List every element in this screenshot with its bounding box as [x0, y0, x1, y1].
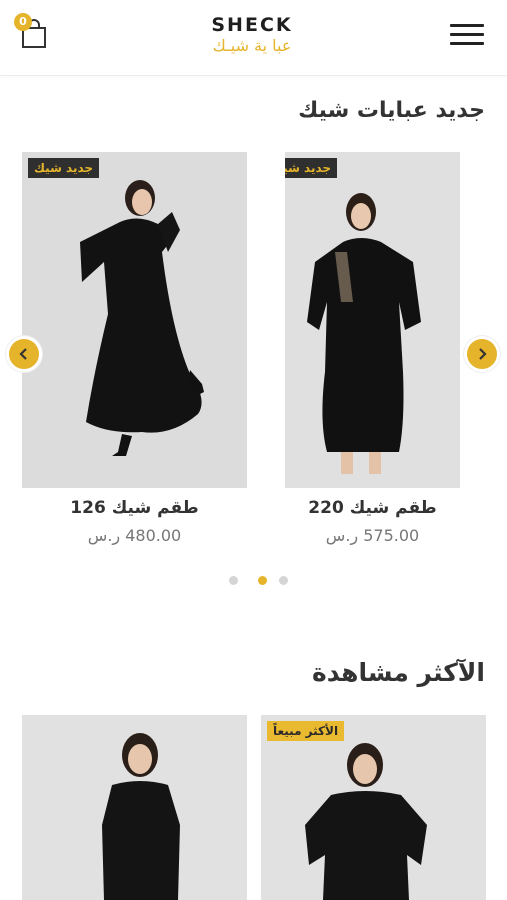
- site-header: 0 SHECK عبا ية شيـك: [0, 0, 507, 76]
- product-card[interactable]: جديد شيك طقم شيك 220 575.00 ر.س: [285, 152, 460, 545]
- product-photo: [261, 715, 486, 900]
- section-title-new: جديد عبايات شيك: [298, 98, 485, 123]
- product-price: 480.00 ر.س: [87, 526, 182, 545]
- section-title-most-viewed: الآكثر مشاهدة: [311, 658, 485, 687]
- cart-count-badge: 0: [14, 13, 32, 31]
- product-image[interactable]: [22, 715, 247, 900]
- slider-pagination: [227, 575, 291, 587]
- product-image[interactable]: جديد شيك: [22, 152, 247, 488]
- slider-prev-button[interactable]: [6, 336, 42, 372]
- product-price: 575.00 ر.س: [325, 526, 420, 545]
- slider-dot[interactable]: [229, 576, 238, 585]
- product-card[interactable]: الأكثر مبيعاً: [261, 715, 486, 900]
- product-image[interactable]: الأكثر مبيعاً: [261, 715, 486, 900]
- logo-text-en: SHECK: [211, 14, 293, 36]
- product-photo: [285, 152, 460, 488]
- site-logo[interactable]: SHECK عبا ية شيـك: [190, 14, 314, 60]
- slider-dot[interactable]: [279, 576, 288, 585]
- menu-icon[interactable]: [450, 24, 484, 52]
- product-photo: [22, 715, 247, 900]
- product-image[interactable]: جديد شيك: [285, 152, 460, 488]
- best-seller-badge: الأكثر مبيعاً: [267, 721, 345, 741]
- logo-text-ar: عبا ية شيـك: [212, 36, 292, 55]
- product-card[interactable]: جديد شيك طقم شيك 126 480.00 ر.س: [22, 152, 247, 545]
- slider-next-button[interactable]: [464, 336, 500, 372]
- product-name[interactable]: طقم شيك 220: [285, 498, 460, 518]
- new-badge: جديد شيك: [285, 158, 338, 178]
- slider-dot-active[interactable]: [258, 576, 267, 585]
- product-photo: [22, 152, 247, 488]
- cart-button[interactable]: 0: [12, 13, 52, 53]
- new-badge: جديد شيك: [28, 158, 100, 178]
- chevron-right-icon: [479, 348, 487, 360]
- product-card[interactable]: [22, 715, 247, 900]
- product-name[interactable]: طقم شيك 126: [22, 498, 247, 518]
- chevron-left-icon: [19, 348, 27, 360]
